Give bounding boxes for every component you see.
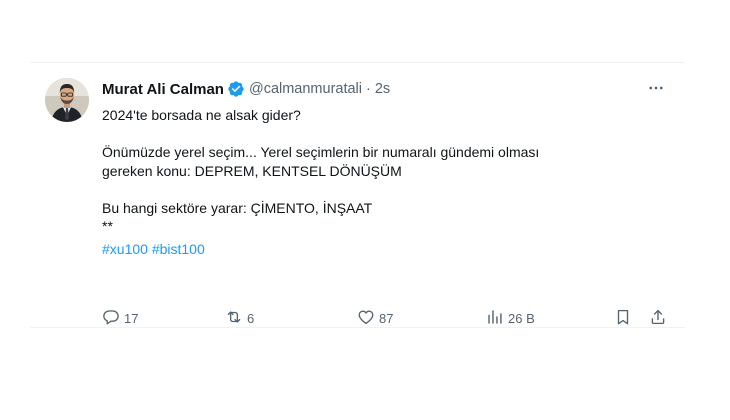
tweet-text-line: Bu hangi sektöre yarar: ÇİMENTO, İNŞAAT	[102, 199, 373, 216]
views-button[interactable]: 26 B	[486, 307, 535, 329]
tweet-card[interactable]: Murat Ali Calman @calmanmuratali · 2s 20…	[30, 62, 685, 328]
like-button[interactable]: 87	[357, 307, 393, 329]
hashtag-link[interactable]: #bist100	[152, 241, 205, 257]
author-display-name[interactable]: Murat Ali Calman	[102, 81, 224, 98]
tweet-text-line: **	[102, 218, 113, 234]
views-count: 26 B	[508, 310, 535, 326]
separator-dot: ·	[366, 81, 371, 97]
heart-icon	[357, 308, 375, 329]
tweet-text-line: 2024'te borsada ne alsak gider?	[102, 107, 301, 123]
tweet-content: Murat Ali Calman @calmanmuratali · 2s 20…	[102, 77, 667, 326]
like-count: 87	[379, 310, 394, 326]
share-icon	[649, 308, 667, 329]
tweet-actions: 17 6 87 26 B	[102, 307, 667, 329]
bookmark-button[interactable]	[614, 307, 632, 329]
tweet-text: 2024'te borsada ne alsak gider? Önümüzde…	[102, 106, 667, 236]
retweet-count: 6	[247, 310, 255, 326]
reply-button[interactable]: 17	[102, 307, 138, 329]
tweet-text-line: gereken konu: DEPREM, KENTSEL DÖNÜŞÜM	[102, 162, 402, 179]
hashtag-row: #xu100 #bist100	[102, 240, 667, 258]
reply-count: 17	[124, 310, 139, 326]
hashtag-link[interactable]: #xu100	[102, 241, 148, 257]
tweet-text-line	[102, 180, 667, 199]
bookmark-icon	[614, 308, 632, 329]
verified-badge-icon	[227, 80, 245, 98]
tweet-timestamp[interactable]: 2s	[375, 81, 390, 97]
avatar[interactable]	[45, 78, 89, 122]
more-options-icon[interactable]	[645, 77, 667, 99]
tweet-text-line: Önümüzde yerel seçim... Yerel seçimlerin…	[102, 144, 540, 160]
avatar-image	[45, 78, 89, 122]
author-handle[interactable]: @calmanmuratali	[249, 81, 362, 97]
tweet-header: Murat Ali Calman @calmanmuratali · 2s	[102, 79, 667, 99]
retweet-button[interactable]: 6	[225, 307, 254, 329]
retweet-icon	[225, 308, 243, 329]
views-icon	[486, 308, 504, 329]
share-button[interactable]	[649, 307, 667, 329]
tweet-text-line	[102, 125, 667, 144]
reply-icon	[102, 308, 120, 329]
